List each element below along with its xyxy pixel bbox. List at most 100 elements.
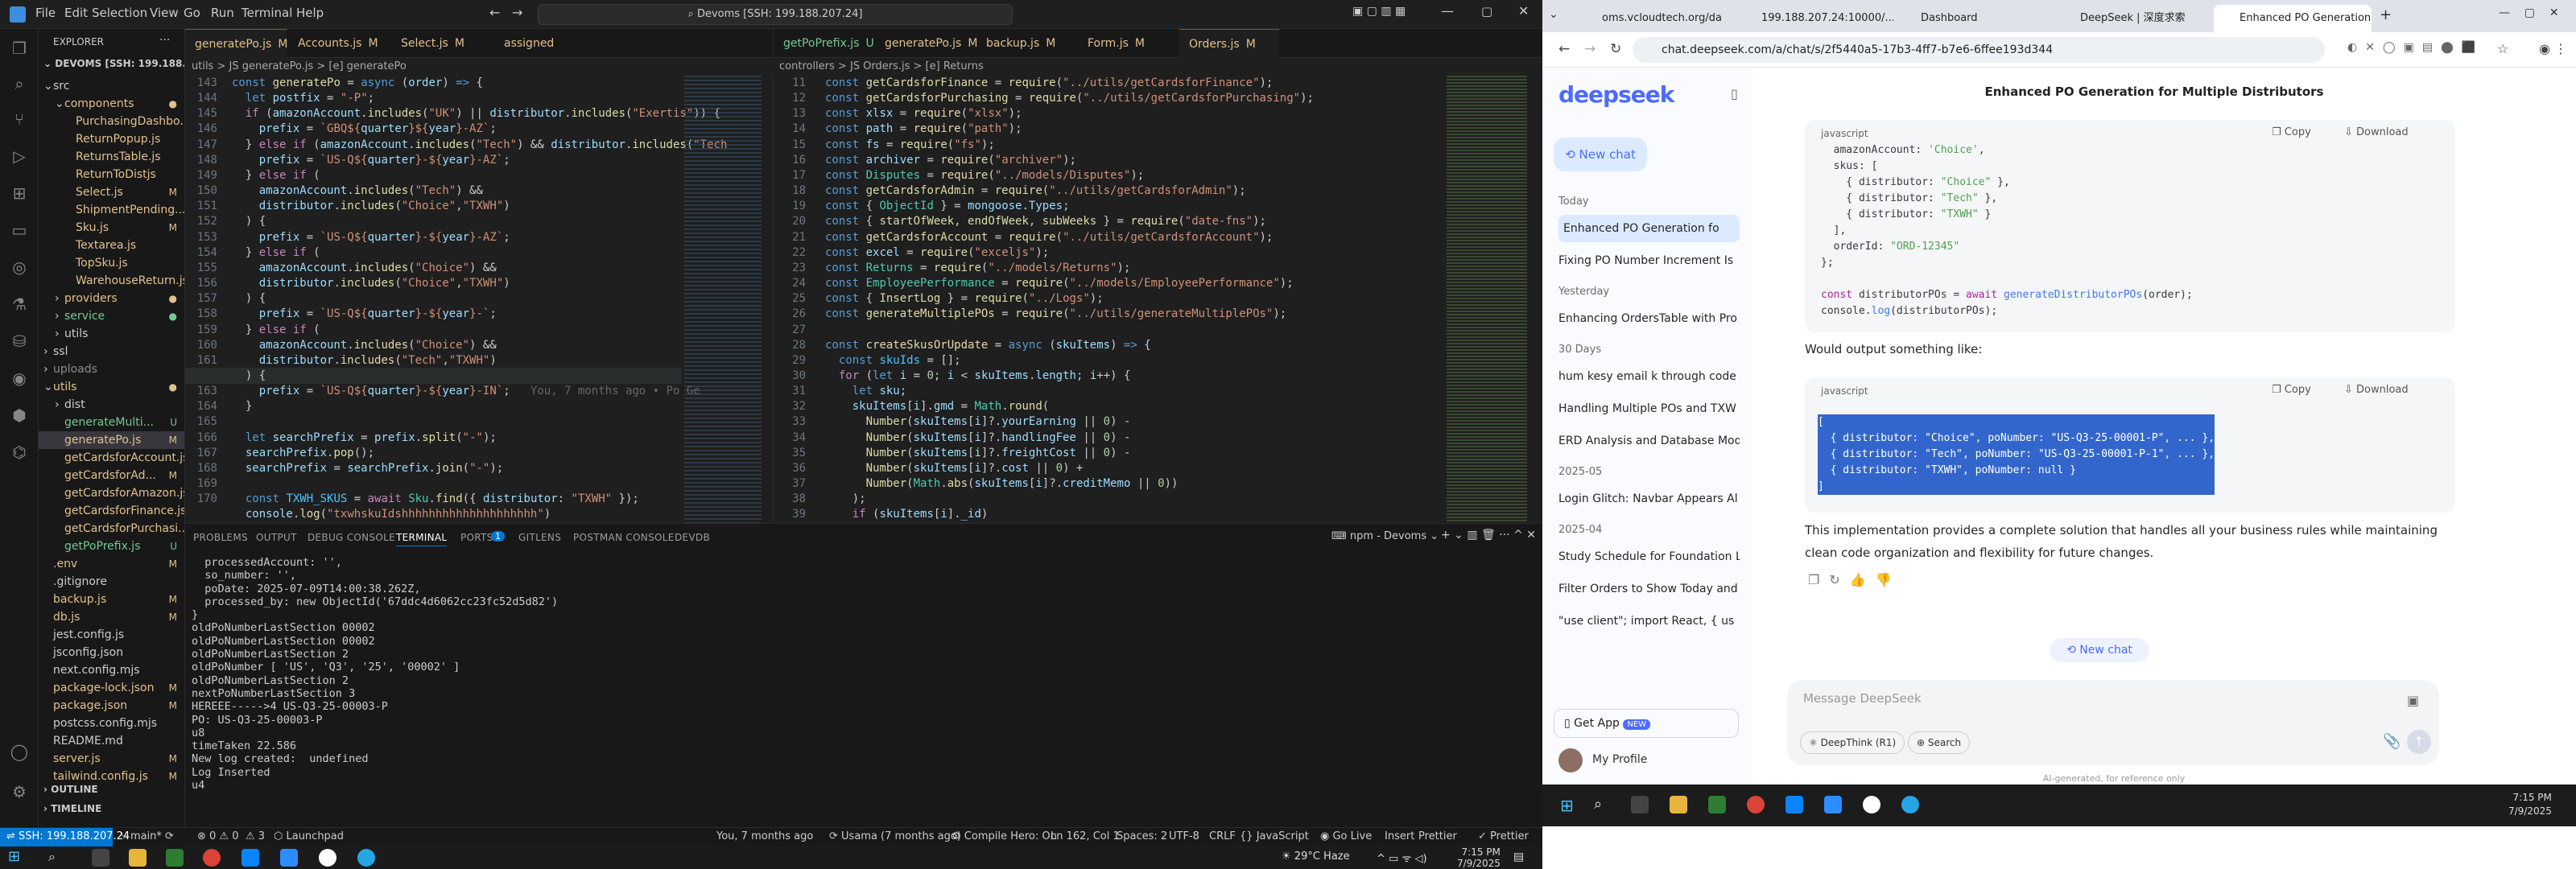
tree-item[interactable]: ssl › — [39, 343, 184, 360]
extension-icons[interactable]: ◐✕◯▣▤⬤⬛ — [2347, 41, 2483, 54]
message-action-icons[interactable]: ❐↻👍👎 — [1808, 572, 1901, 587]
search-icon[interactable]: ⌕ — [1594, 796, 1602, 813]
chrome-tab-oms[interactable]: oms.vcloudtech.org/da — [1576, 5, 1734, 32]
search-toggle[interactable]: ⊕ Search — [1908, 731, 1971, 754]
history-item[interactable]: "use client"; import React, { us — [1558, 607, 1740, 635]
zoom-icon[interactable] — [280, 849, 298, 867]
tab-problems[interactable]: PROBLEMS — [193, 532, 248, 543]
tray-icons[interactable]: ^ ▭ ᯤ ◁) — [1377, 850, 1427, 865]
remote-explorer-icon[interactable]: ▭ — [10, 220, 29, 240]
manage-gear-icon[interactable]: ⚙ — [10, 782, 29, 801]
minimap-left[interactable] — [684, 76, 762, 523]
testing-icon[interactable]: ⚗ — [10, 294, 29, 314]
forward-icon[interactable]: → — [1584, 41, 1596, 57]
tree-item[interactable]: ReturnToDistjs — [39, 166, 184, 183]
tree-item[interactable]: getCardsforAmazon.js — [39, 484, 184, 502]
tree-item[interactable]: utils ⌄ ● — [39, 378, 184, 396]
tree-item[interactable]: .env M — [39, 555, 184, 573]
app-icon[interactable] — [319, 849, 336, 867]
notification-icon[interactable]: ▤ — [1513, 850, 1524, 863]
history-item[interactable]: Enhanced PO Generation fo — [1558, 215, 1740, 242]
chrome-tab-active[interactable]: Enhanced PO Generation... — [2214, 5, 2372, 32]
tree-item[interactable]: next.config.mjs — [39, 661, 184, 679]
tree-item[interactable]: db.js M — [39, 608, 184, 626]
menu-run[interactable]: Run — [211, 6, 234, 20]
history-item[interactable]: Login Glitch: Navbar Appears Al — [1558, 485, 1740, 513]
history-item[interactable]: hum kesy email k through code — [1558, 363, 1740, 390]
reload-icon[interactable]: ↻ — [1610, 41, 1621, 57]
my-profile-link[interactable]: My Profile — [1592, 753, 1647, 766]
vscode-taskbar-icon[interactable] — [242, 849, 259, 867]
file-explorer-icon[interactable] — [129, 849, 147, 867]
tab-gitlens[interactable]: GITLENS — [518, 532, 561, 543]
menu-file[interactable]: File — [35, 6, 56, 20]
tree-item[interactable]: getCardsforAccount.js — [39, 449, 184, 467]
chrome-tab-webmin[interactable]: 199.188.207.24:10000/... — [1736, 5, 1893, 32]
command-center-search[interactable]: ⌕ Devoms [SSH: 199.188.207.24] — [538, 4, 1013, 25]
tree-item[interactable]: uploads › — [39, 360, 184, 378]
tree-item[interactable]: .gitignore — [39, 573, 184, 591]
tab-ports[interactable]: PORTS — [460, 532, 493, 543]
menu-go[interactable]: Go — [184, 6, 200, 20]
collapse-sidebar-icon[interactable]: ▯ — [1731, 86, 1738, 101]
editor-tab[interactable]: Accounts.js M — [288, 29, 390, 58]
new-tab-icon[interactable]: + — [2380, 6, 2392, 23]
voice-icon[interactable]: ▣ — [2407, 693, 2419, 708]
tree-item[interactable]: utils › — [39, 325, 184, 343]
tree-item[interactable]: jsconfig.json — [39, 644, 184, 661]
timeline-section[interactable]: › TIMELINE — [43, 803, 101, 814]
editor-tab[interactable]: generatePo.js M — [875, 29, 977, 58]
avatar[interactable] — [1558, 748, 1583, 772]
attach-icon[interactable]: 📎 — [2383, 733, 2401, 750]
tab-output[interactable]: OUTPUT — [256, 532, 297, 543]
tree-item[interactable]: components ⌄ ● — [39, 95, 184, 113]
gitlens-icon[interactable]: ◎ — [10, 257, 29, 277]
database-icon[interactable]: ⛁ — [10, 332, 29, 351]
language-mode[interactable]: {} JavaScript — [1240, 830, 1309, 842]
eol[interactable]: CRLF — [1209, 830, 1236, 842]
terminal-output[interactable]: processedAccount: '', so_number: '', poD… — [192, 556, 558, 792]
cursor-position[interactable]: Ln 162, Col 1 — [1051, 830, 1120, 842]
tree-item[interactable]: TopSku.js — [39, 254, 184, 272]
tree-item[interactable]: Textarea.js — [39, 237, 184, 254]
chrome-icon[interactable] — [203, 849, 221, 867]
windows-start-icon[interactable]: ⊞ — [8, 848, 20, 865]
search-icon[interactable]: ⌕ — [48, 849, 56, 865]
forward-arrow-icon[interactable]: → — [512, 5, 522, 20]
tree-item[interactable]: generatePo.js M — [39, 431, 184, 449]
menu-edit[interactable]: Edit — [64, 6, 88, 20]
editor-tab[interactable]: assigned — [494, 29, 596, 58]
problems-indicator[interactable]: ⊗ 0 ⚠ 0 — [197, 830, 239, 842]
tree-item[interactable]: README.md — [39, 732, 184, 750]
run-debug-icon[interactable]: ▷ — [10, 146, 29, 166]
tree-item[interactable]: getPoPrefix.js U — [39, 537, 184, 555]
task-view-icon[interactable] — [1631, 796, 1649, 813]
tree-item[interactable]: ReturnsTable.js — [39, 148, 184, 166]
author-status[interactable]: ⟳ Usama (7 months ago) — [829, 830, 961, 842]
taskbar-clock[interactable]: 7:15 PM 7/9/2025 — [1457, 846, 1501, 869]
branch-indicator[interactable]: ⑂ main* ⟳ — [121, 830, 174, 842]
outline-section[interactable]: › OUTLINE — [43, 784, 98, 795]
tree-item[interactable]: package-lock.json M — [39, 679, 184, 697]
minimize-icon[interactable]: — — [1441, 3, 1454, 19]
weather-widget[interactable]: ☀ 29°C Haze — [1282, 850, 1350, 863]
zoom-icon[interactable] — [1824, 796, 1842, 813]
tree-item[interactable]: jest.config.js — [39, 626, 184, 644]
tree-item[interactable]: getCardsforAd... M — [39, 467, 184, 484]
launchpad-item[interactable]: ⬡ Launchpad — [274, 830, 344, 842]
close-icon[interactable]: ✕ — [1518, 3, 1529, 19]
store-icon[interactable] — [166, 849, 184, 867]
menu-view[interactable]: View — [150, 6, 179, 20]
tab-debug-console[interactable]: DEBUG CONSOLE — [308, 532, 395, 543]
postman-icon[interactable]: ◉ — [10, 369, 29, 388]
tree-item[interactable]: tailwind.config.js M — [39, 768, 184, 785]
download-button[interactable]: ⇩ Download — [2344, 126, 2409, 138]
tree-item[interactable]: backup.js M — [39, 591, 184, 608]
tab-devdb[interactable]: DEVDB — [675, 532, 710, 543]
deepthink-toggle[interactable]: ⚛ DeepThink (R1) — [1800, 731, 1905, 754]
task-view-icon[interactable] — [92, 849, 109, 867]
message-input[interactable]: Message DeepSeek — [1803, 691, 1922, 706]
history-item[interactable]: Enhancing OrdersTable with Pro — [1558, 305, 1740, 332]
chrome-tab-dashboard[interactable]: Dashboard — [1895, 5, 2053, 32]
url-field[interactable]: chat.deepseek.com/a/chat/s/2f5440a5-17b3… — [1633, 37, 2325, 63]
